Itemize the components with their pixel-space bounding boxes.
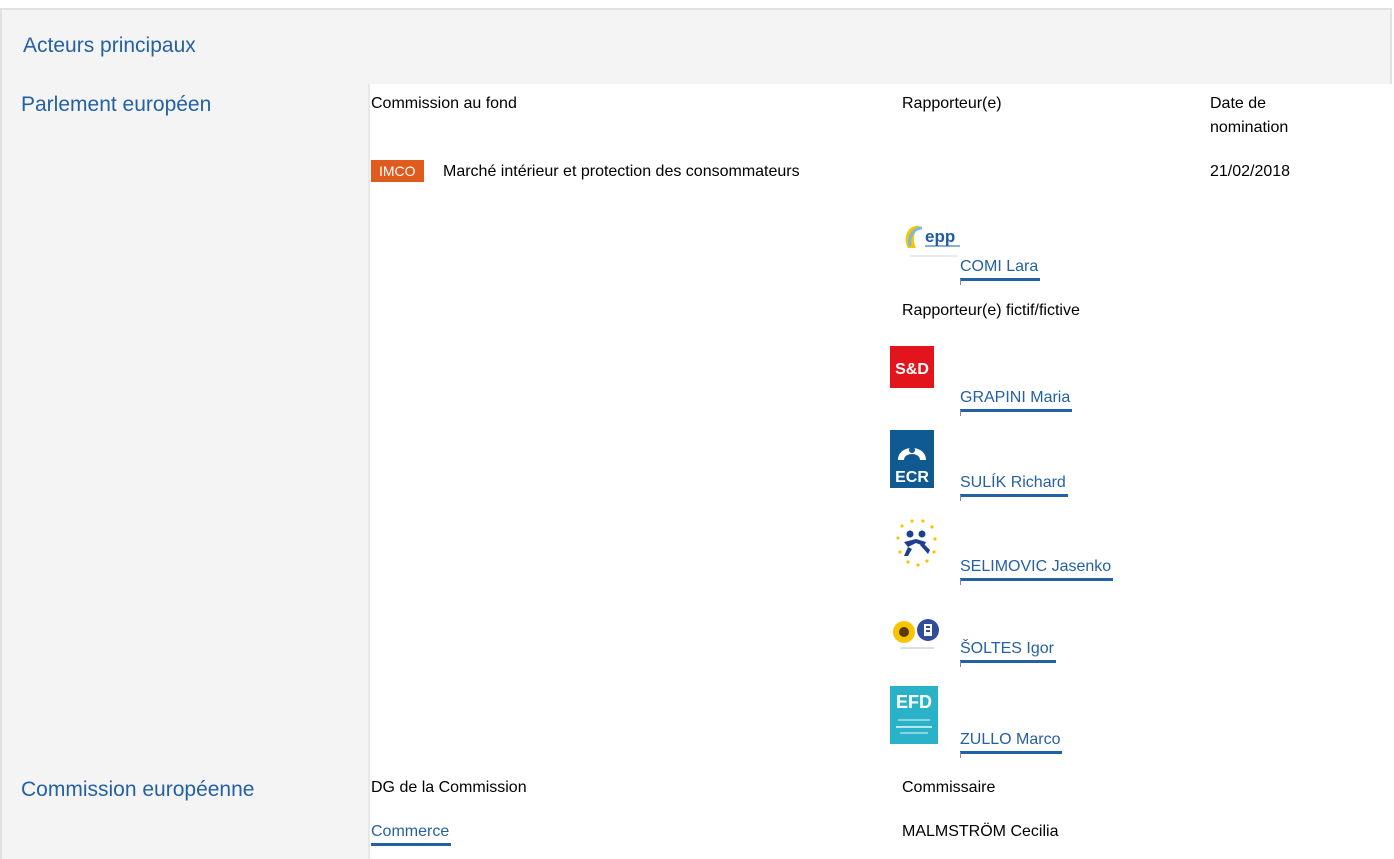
shadow-link-3[interactable]: SELIMOVIC Jasenko (960, 556, 1114, 581)
nomination-date: 21/02/2018 (1210, 163, 1291, 180)
column-header-committee: Commission au fond (371, 95, 517, 112)
column-header-dg: DG de la Commission (371, 779, 527, 796)
shadow-rapporteur-label: Rapporteur(e) fictif/fictive (902, 302, 1080, 319)
ecr-logo-text: ECR (895, 469, 929, 486)
dg-link[interactable]: Commerce (371, 821, 452, 846)
rapporteur-link[interactable]: COMI Lara (960, 256, 1041, 281)
commissioner-name: MALMSTRÖM Cecilia (902, 823, 1059, 840)
shadow-link-2[interactable]: SULÍK Richard (960, 472, 1068, 497)
sd-logo-text: S&D (895, 361, 929, 378)
greens-efa-logo-icon (890, 612, 946, 652)
shadow-link-5[interactable]: ZULLO Marco (960, 729, 1063, 754)
column-divider (368, 84, 370, 859)
committee-name: Marché intérieur et protection des conso… (443, 163, 800, 180)
link-marker (960, 410, 961, 416)
epp-logo-text: epp (925, 227, 955, 246)
link-marker (960, 579, 961, 585)
panel-header: Acteurs principaux (0, 8, 1392, 84)
alde-logo-icon (890, 512, 940, 574)
column-header-rapporteur: Rapporteur(e) (902, 95, 1002, 112)
panel-title: Acteurs principaux (23, 34, 196, 57)
link-marker (960, 279, 961, 285)
sd-logo-icon: S&D (890, 346, 934, 388)
efdd-logo-icon: EFD (890, 686, 938, 744)
ecr-logo-icon: ECR (890, 430, 934, 488)
section-title-commission: Commission européenne (21, 778, 255, 801)
link-marker (960, 495, 961, 501)
column-header-commissioner: Commissaire (902, 779, 996, 796)
section-title-parliament: Parlement européen (21, 93, 212, 116)
shadow-link-1[interactable]: GRAPINI Maria (960, 387, 1073, 412)
link-marker (960, 661, 961, 667)
left-column (0, 84, 370, 859)
efdd-logo-text: EFD (896, 692, 932, 712)
link-marker (960, 752, 961, 758)
key-players-panel: Acteurs principaux Parlement européen Co… (0, 0, 1394, 859)
shadow-link-4[interactable]: ŠOLTES Igor (960, 638, 1056, 663)
column-header-date: Date de nomination (1210, 95, 1289, 136)
